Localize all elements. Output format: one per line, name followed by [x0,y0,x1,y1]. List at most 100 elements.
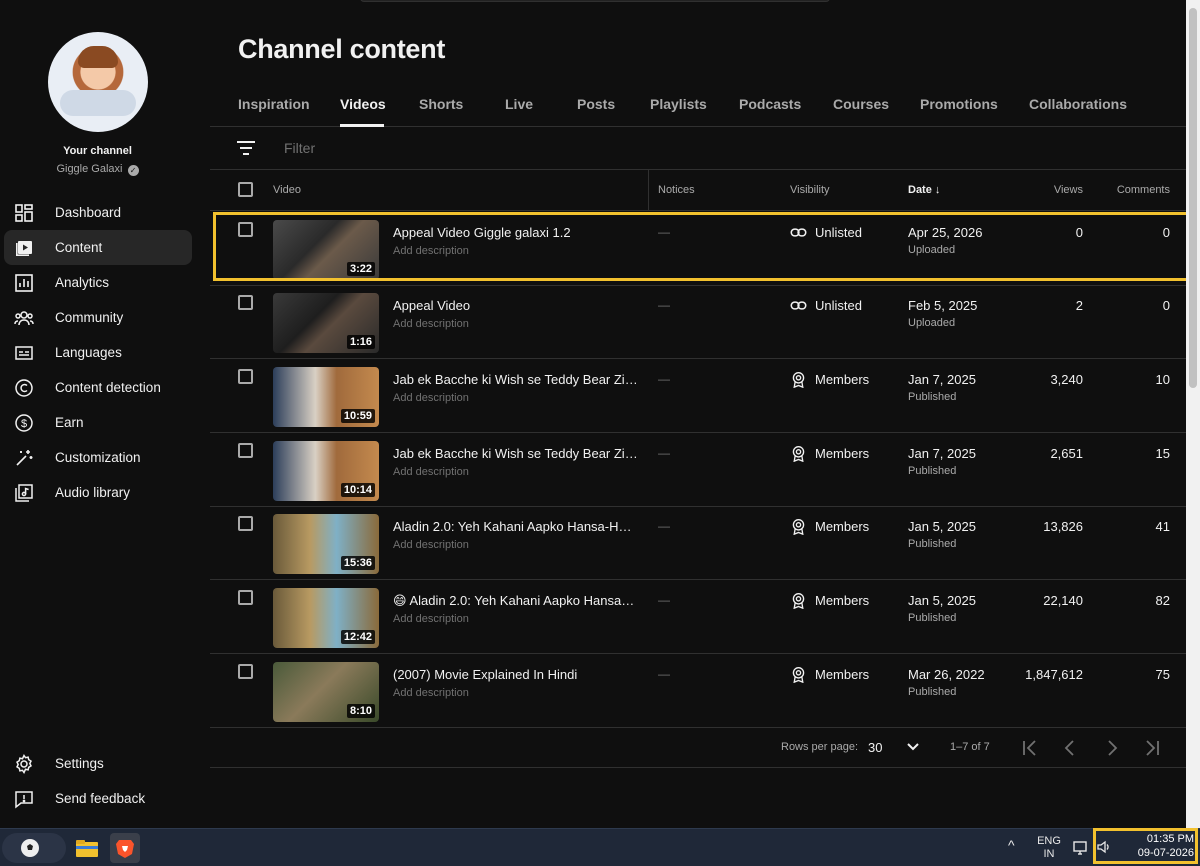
scrollbar[interactable] [1186,0,1200,828]
start-button[interactable] [2,833,66,863]
filter-bar[interactable]: Filter [210,128,1195,170]
video-thumbnail[interactable]: 8:10 [273,662,379,722]
video-description[interactable]: Add description [393,613,469,625]
community-icon [14,310,34,325]
tab-playlists[interactable]: Playlists [650,96,707,112]
tab-videos[interactable]: Videos [340,96,386,112]
video-thumbnail[interactable]: 10:59 [273,367,379,427]
header-views[interactable]: Views [1054,184,1083,196]
filter-icon[interactable] [236,140,256,156]
video-title[interactable]: (2007) Movie Explained In Hindi [393,667,638,682]
table-row[interactable]: 1:16 Appeal Video Add description — Unli… [210,285,1195,359]
sidebar-item-label: Languages [55,345,122,360]
network-icon[interactable] [1072,839,1090,857]
sidebar-item-send-feedback[interactable]: Send feedback [4,781,192,816]
file-explorer-icon[interactable] [72,833,102,863]
video-description[interactable]: Add description [393,318,469,330]
select-all-checkbox[interactable] [238,182,253,197]
video-thumbnail[interactable]: 15:36 [273,514,379,574]
sidebar-item-content[interactable]: Content [4,230,192,265]
svg-text:$: $ [21,418,27,430]
row-checkbox[interactable] [238,222,253,237]
table-row[interactable]: 15:36 Aladin 2.0: Yeh Kahani Aapko Hansa… [210,506,1195,580]
video-comments: 41 [1155,519,1170,534]
chevron-up-icon[interactable]: ^ [1008,838,1015,852]
header-notices: Notices [658,184,695,196]
video-comments: 0 [1162,298,1170,313]
sidebar-item-label: Content detection [55,380,161,395]
video-views: 2,651 [1050,446,1083,461]
tab-promotions[interactable]: Promotions [920,96,998,112]
tab-collaborations[interactable]: Collaborations [1029,96,1127,112]
search-bar[interactable] [360,0,830,2]
table-row[interactable]: 12:42 😄 Aladin 2.0: Yeh Kahani Aapko Han… [210,580,1195,654]
video-duration: 8:10 [346,704,375,718]
next-page-icon[interactable] [1102,738,1122,758]
video-thumbnail[interactable]: 10:14 [273,441,379,501]
row-checkbox[interactable] [238,443,253,458]
pagination: Rows per page: 30 1–7 of 7 [210,728,1195,768]
tab-posts[interactable]: Posts [577,96,615,112]
visibility-label[interactable]: Members [815,446,869,461]
video-title[interactable]: Appeal Video Giggle galaxi 1.2 [393,225,638,240]
video-description[interactable]: Add description [393,687,469,699]
language-indicator[interactable]: ENG IN [1035,835,1063,861]
video-thumbnail[interactable]: 3:22 [273,220,379,280]
header-visibility[interactable]: Visibility [790,184,830,196]
sidebar-item-languages[interactable]: Languages [4,335,192,370]
visibility-label[interactable]: Members [815,593,869,608]
sidebar-item-label: Analytics [55,275,110,290]
filter-input[interactable]: Filter [284,140,315,156]
rows-per-page-select[interactable]: 30 [868,740,882,755]
sidebar-item-dashboard[interactable]: Dashboard [4,195,192,230]
row-checkbox[interactable] [238,295,253,310]
visibility-label[interactable]: Members [815,519,869,534]
header-date[interactable]: Date ↓ [908,184,940,196]
sidebar-item-analytics[interactable]: Analytics [4,265,192,300]
tab-courses[interactable]: Courses [833,96,889,112]
row-checkbox[interactable] [238,590,253,605]
header-comments[interactable]: Comments [1117,184,1170,196]
channel-avatar[interactable] [48,32,148,132]
video-description[interactable]: Add description [393,245,469,257]
row-checkbox[interactable] [238,369,253,384]
chevron-down-icon[interactable] [906,740,920,754]
video-thumbnail[interactable]: 12:42 [273,588,379,648]
video-description[interactable]: Add description [393,539,469,551]
column-divider [648,170,649,210]
tab-live[interactable]: Live [505,96,533,112]
table-row[interactable]: 10:59 Jab ek Bacche ki Wish se Teddy Bea… [210,359,1195,433]
video-description[interactable]: Add description [393,392,469,404]
video-title[interactable]: 😄 Aladin 2.0: Yeh Kahani Aapko Hansa-H..… [393,593,638,609]
sidebar-item-community[interactable]: Community [4,300,192,335]
video-thumbnail[interactable]: 1:16 [273,293,379,353]
first-page-icon[interactable] [1020,738,1040,758]
sidebar-item-earn[interactable]: $ Earn [4,405,192,440]
sidebar-item-settings[interactable]: Settings [4,746,192,781]
brave-browser-icon[interactable] [110,833,140,863]
tab-inspiration[interactable]: Inspiration [238,96,310,112]
prev-page-icon[interactable] [1060,738,1080,758]
video-description[interactable]: Add description [393,466,469,478]
video-title[interactable]: Jab ek Bacche ki Wish se Teddy Bear Zind… [393,372,638,387]
video-title[interactable]: Aladin 2.0: Yeh Kahani Aapko Hansa-Hans.… [393,519,638,534]
tab-shorts[interactable]: Shorts [419,96,463,112]
visibility-label[interactable]: Members [815,667,869,682]
table-row[interactable]: 10:14 Jab ek Bacche ki Wish se Teddy Bea… [210,433,1195,507]
taskbar-clock[interactable]: 01:35 PM 09-07-2026 [1098,832,1194,860]
row-checkbox[interactable] [238,516,253,531]
visibility-label[interactable]: Members [815,372,869,387]
sidebar-item-customization[interactable]: Customization [4,440,192,475]
video-title[interactable]: Jab ek Bacche ki Wish se Teddy Bear Zind… [393,446,638,461]
sidebar-item-content-detection[interactable]: Content detection [4,370,192,405]
visibility-label[interactable]: Unlisted [815,225,862,240]
scrollbar-thumb[interactable] [1189,8,1197,388]
sidebar-item-audio-library[interactable]: Audio library [4,475,192,510]
row-checkbox[interactable] [238,664,253,679]
table-row[interactable]: 8:10 (2007) Movie Explained In Hindi Add… [210,654,1195,728]
tab-podcasts[interactable]: Podcasts [739,96,801,112]
visibility-label[interactable]: Unlisted [815,298,862,313]
last-page-icon[interactable] [1142,738,1162,758]
video-title[interactable]: Appeal Video [393,298,638,313]
table-row[interactable]: 3:22 Appeal Video Giggle galaxi 1.2 Add … [210,212,1195,286]
